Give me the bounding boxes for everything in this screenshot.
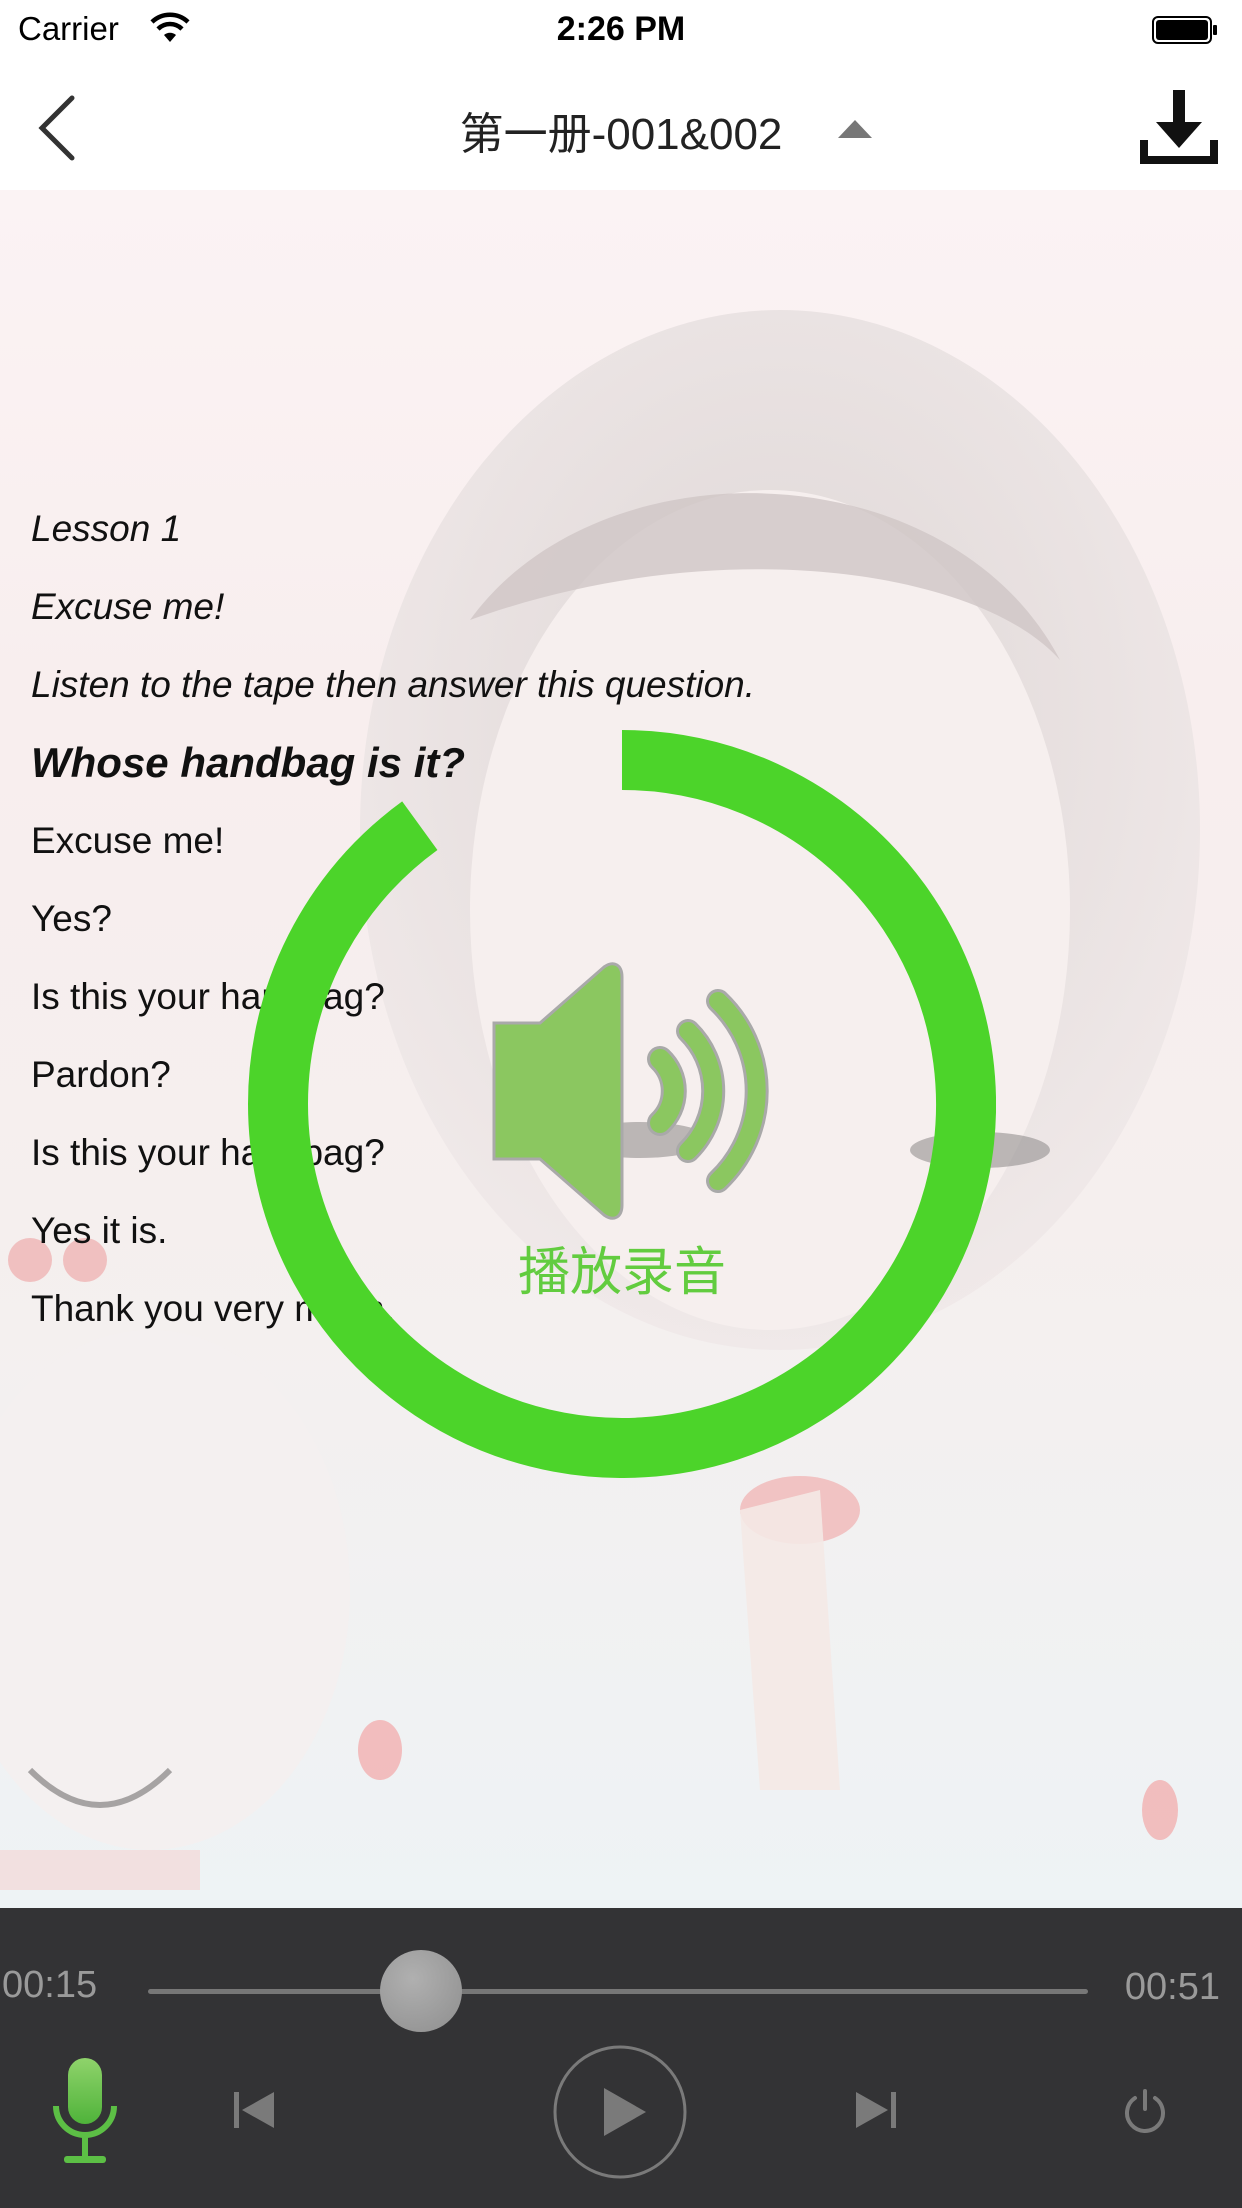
audio-player: 00:15 00:51 [0, 1908, 1242, 2208]
play-icon[interactable] [552, 2044, 688, 2180]
total-time: 00:51 [1124, 1966, 1220, 2008]
power-icon[interactable] [1120, 2086, 1170, 2136]
lesson-content[interactable]: Lesson 1 Excuse me! Listen to the tape t… [0, 190, 1242, 1908]
play-recording-overlay[interactable]: 播放录音 [248, 730, 996, 1478]
seek-thumb[interactable] [379, 1950, 462, 2032]
dropdown-triangle-icon[interactable] [838, 118, 872, 140]
current-time: 00:15 [2, 1964, 98, 2006]
speaker-icon [492, 962, 769, 1220]
next-track-icon[interactable] [852, 2086, 900, 2134]
battery-icon [1152, 16, 1217, 44]
navigation-bar: 第一册-001&002 [0, 62, 1242, 190]
seek-track[interactable] [148, 1989, 1088, 1994]
download-icon[interactable] [1136, 88, 1222, 166]
microphone-icon[interactable] [48, 2058, 122, 2170]
status-bar: Carrier 2:26 PM [0, 0, 1242, 62]
lesson-title: Excuse me! [31, 586, 225, 627]
playback-progress-ring [248, 730, 996, 1478]
page-title[interactable]: 第一册-001&002 [460, 98, 783, 162]
play-recording-label: 播放录音 [517, 1243, 726, 1303]
lesson-instruction: Listen to the tape then answer this ques… [31, 664, 756, 705]
lesson-number: Lesson 1 [31, 508, 182, 549]
clock: 2:26 PM [556, 10, 686, 48]
title-container: 第一册-001&002 [0, 98, 1242, 162]
previous-track-icon[interactable] [230, 2086, 278, 2134]
